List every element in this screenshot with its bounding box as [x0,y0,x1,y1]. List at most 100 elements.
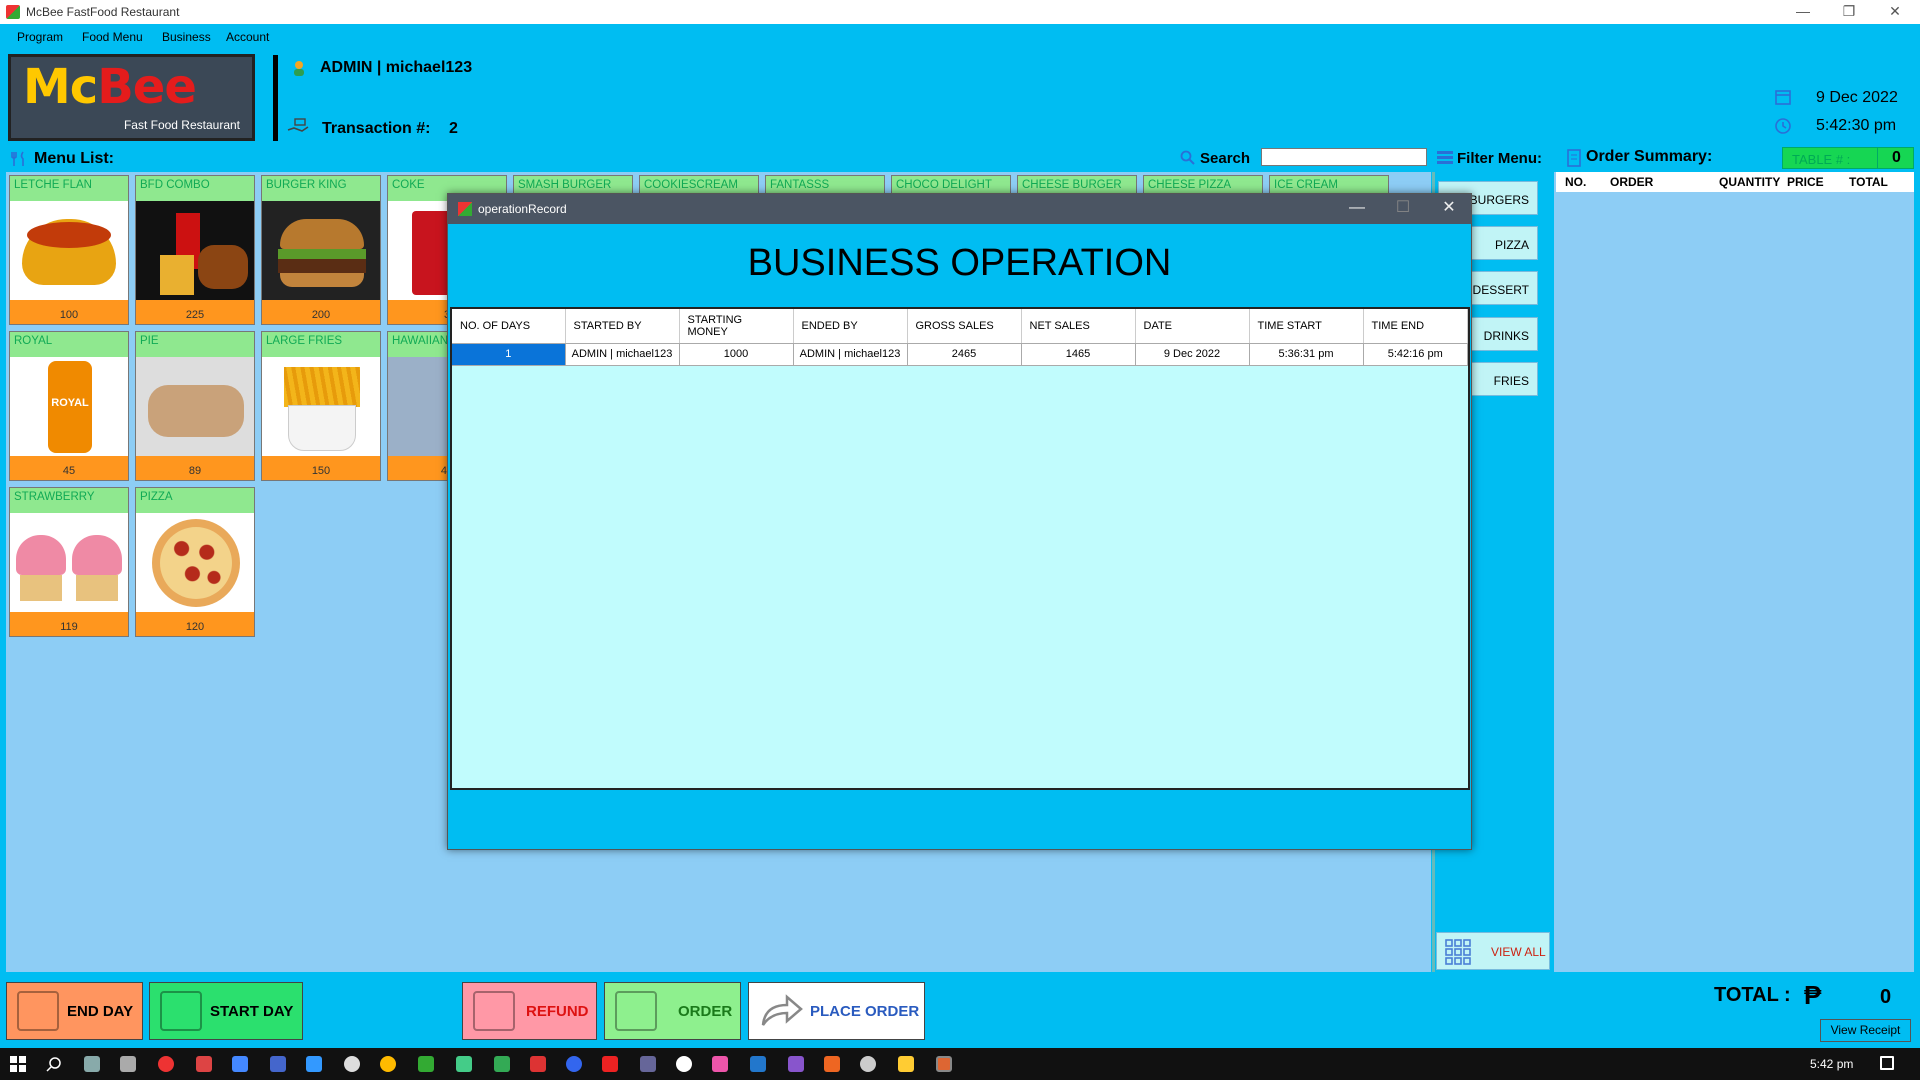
taskbar-app-icon[interactable] [84,1056,100,1072]
menu-account[interactable]: Account [226,30,269,44]
menu-item-card[interactable]: BURGER KING 200 [261,175,381,325]
grid-cell[interactable]: 5:42:16 pm [1363,343,1468,366]
taskbar-app-icon[interactable] [344,1056,360,1072]
menu-item-card[interactable]: BFD COMBO 225 [135,175,255,325]
grid-col-gross-sales[interactable]: GROSS SALES [907,309,1022,344]
taskbar-app-icon[interactable] [120,1056,136,1072]
os-taskbar: 5:42 pm [0,1048,1920,1080]
menu-item-name: BFD COMBO [136,176,254,201]
refund-label: REFUND [526,1003,589,1020]
refund-icon [473,991,515,1031]
taskbar-app-icon[interactable] [196,1056,212,1072]
restore-button[interactable]: ❐ [1826,0,1872,24]
menu-item-card[interactable]: ROYAL ROYAL 45 [9,331,129,481]
taskbar-app-icon[interactable] [788,1056,804,1072]
transaction-number: 2 [449,120,458,137]
minimize-button[interactable]: — [1780,0,1826,24]
header-divider [273,55,278,141]
menu-program[interactable]: Program [17,30,63,44]
dialog-minimize-button[interactable]: — [1334,194,1380,224]
notification-icon[interactable] [1880,1056,1894,1070]
taskbar-app-icon[interactable] [602,1056,618,1072]
taskbar-app-icon[interactable] [530,1056,546,1072]
taskbar-app-icon[interactable] [380,1056,396,1072]
grid-col-net-sales[interactable]: NET SALES [1021,309,1136,344]
dialog-maximize-button[interactable]: ☐ [1380,194,1426,224]
dialog-close-button[interactable]: ✕ [1426,194,1472,224]
refund-button[interactable]: REFUND [462,982,597,1040]
taskbar-clock[interactable]: 5:42 pm [1810,1057,1853,1071]
taskbar-app-icon[interactable] [640,1056,656,1072]
view-all-button[interactable]: VIEW ALL [1436,932,1550,970]
end-day-button[interactable]: END DAY [6,982,143,1040]
grid-cell[interactable]: ADMIN | michael123 [565,343,680,366]
taskbar-app-icon[interactable] [676,1056,692,1072]
taskbar-app-icon[interactable] [306,1056,322,1072]
taskbar-app-icon[interactable] [712,1056,728,1072]
receipt-icon [1567,149,1581,167]
grid-cell[interactable]: 9 Dec 2022 [1135,343,1250,366]
menu-item-card[interactable]: PIZZA 120 [135,487,255,637]
grid-cell[interactable]: 1465 [1021,343,1136,366]
order-button[interactable]: ORDER [604,982,741,1040]
taskbar-app-icon[interactable] [456,1056,472,1072]
taskbar-app-icon[interactable] [270,1056,286,1072]
menu-item-name: LARGE FRIES [262,332,380,357]
dialog-titlebar: operationRecord — ☐ ✕ [448,194,1471,224]
filter-icon [1437,151,1453,164]
taskbar-app-icon[interactable] [158,1056,174,1072]
order-col-price: PRICE [1787,175,1824,189]
close-button[interactable]: ✕ [1872,0,1918,24]
search-input[interactable] [1261,148,1427,166]
taskbar-app-icon[interactable] [418,1056,434,1072]
start-icon[interactable] [10,1056,26,1072]
menu-food-menu[interactable]: Food Menu [82,30,143,44]
menu-item-card[interactable]: PIE 89 [135,331,255,481]
filter-menu-label: Filter Menu: [1457,150,1542,167]
grid-col-started-by[interactable]: STARTED BY [565,309,680,344]
menu-item-card[interactable]: LARGE FRIES 150 [261,331,381,481]
order-icon [615,991,657,1031]
taskbar-app-icon[interactable] [898,1056,914,1072]
start-day-button[interactable]: START DAY [149,982,303,1040]
table-number-box: TABLE # : 0 [1782,147,1914,169]
grid-cell[interactable]: 2465 [907,343,1022,366]
taskbar-app-icon[interactable] [566,1056,582,1072]
menu-item-price: 225 [136,300,254,324]
taskbar-app-icon[interactable] [936,1056,952,1072]
grid-cell[interactable]: 1 [452,343,566,366]
operation-data-grid[interactable]: NO. OF DAYS STARTED BY STARTING MONEY EN… [450,307,1470,790]
grid-header-row: NO. OF DAYS STARTED BY STARTING MONEY EN… [452,309,1468,344]
order-col-no: NO. [1565,175,1587,189]
table-row[interactable]: 1 ADMIN | michael123 1000 ADMIN | michae… [452,343,1468,366]
logo: McBee Fast Food Restaurant [8,54,255,141]
menu-item-card[interactable]: STRAWBERRY 119 [9,487,129,637]
menu-item-price: 100 [10,300,128,324]
taskbar-app-icon[interactable] [494,1056,510,1072]
place-order-button[interactable]: PLACE ORDER [748,982,925,1040]
grid-col-ended-by[interactable]: ENDED BY [793,309,908,344]
taskbar-app-icon[interactable] [824,1056,840,1072]
taskbar-app-icon[interactable] [750,1056,766,1072]
grid-cell[interactable]: 5:36:31 pm [1249,343,1364,366]
taskbar-search-icon[interactable] [46,1056,62,1072]
order-table-header: NO. ORDER QUANTITY PRICE TOTAL [1556,172,1914,192]
grid-col-date[interactable]: DATE [1135,309,1250,344]
menu-item-card[interactable]: LETCHE FLAN 100 [9,175,129,325]
view-receipt-button[interactable]: View Receipt [1820,1019,1911,1042]
grid-cell[interactable]: 1000 [679,343,794,366]
pie-image [136,357,254,456]
window-titlebar: McBee FastFood Restaurant — ❐ ✕ [0,0,1920,24]
start-day-label: START DAY [210,1003,294,1020]
grid-cell[interactable]: ADMIN | michael123 [793,343,908,366]
strawberry-cupcake-image [10,513,128,612]
taskbar-app-icon[interactable] [232,1056,248,1072]
grid-col-days[interactable]: NO. OF DAYS [452,309,566,344]
menu-business[interactable]: Business [162,30,211,44]
grid-col-starting-money[interactable]: STARTING MONEY [679,309,794,344]
play-icon [160,991,202,1031]
grid-col-time-end[interactable]: TIME END [1363,309,1468,344]
taskbar-app-icon[interactable] [860,1056,876,1072]
menu-bar: Program Food Menu Business Account [0,24,1920,50]
grid-col-time-start[interactable]: TIME START [1249,309,1364,344]
